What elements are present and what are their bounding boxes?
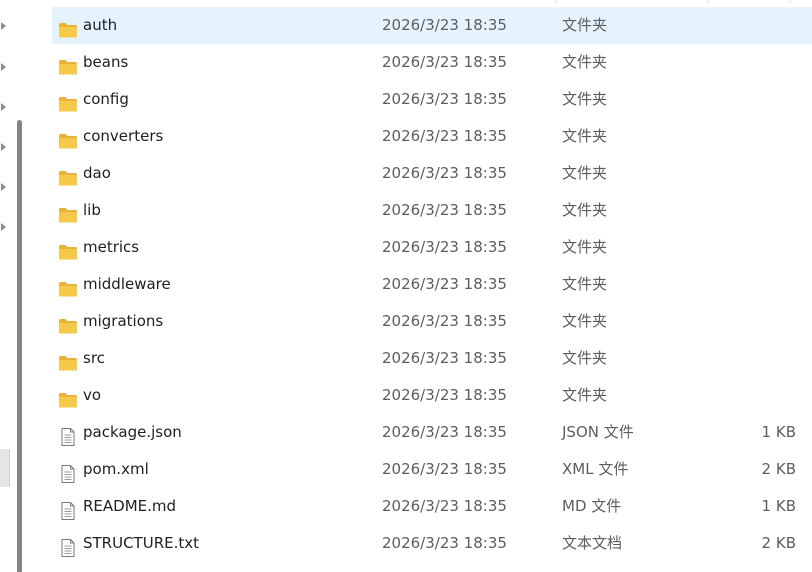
file-row[interactable]: config 2026/3/23 18:35 文件夹 xyxy=(52,81,812,118)
file-name: package.json xyxy=(83,423,182,441)
file-type: 文件夹 xyxy=(562,164,608,182)
file-name: vo xyxy=(83,386,102,404)
file-row[interactable]: package.json 2026/3/23 18:35 JSON 文件 1 K… xyxy=(52,414,812,451)
file-row[interactable]: beans 2026/3/23 18:35 文件夹 xyxy=(52,44,812,81)
folder-icon xyxy=(58,53,78,75)
file-type: 文件夹 xyxy=(562,386,608,404)
file-name: STRUCTURE.txt xyxy=(83,534,200,552)
file-list: auth 2026/3/23 18:35 文件夹 beans 2026/3/23… xyxy=(52,7,812,562)
expand-chevron-icon[interactable] xyxy=(1,22,6,30)
file-row[interactable]: README.md 2026/3/23 18:35 MD 文件 1 KB xyxy=(52,488,812,525)
file-row[interactable]: migrations 2026/3/23 18:35 文件夹 xyxy=(52,303,812,340)
file-type: 文件夹 xyxy=(562,16,608,34)
file-row[interactable]: pom.xml 2026/3/23 18:35 XML 文件 2 KB xyxy=(52,451,812,488)
pane-resize-handle[interactable] xyxy=(0,449,10,487)
folder-icon xyxy=(58,386,78,408)
file-modified-date: 2026/3/23 18:35 xyxy=(382,460,507,478)
file-row[interactable]: lib 2026/3/23 18:35 文件夹 xyxy=(52,192,812,229)
file-modified-date: 2026/3/23 18:35 xyxy=(382,53,507,71)
expand-chevron-icon[interactable] xyxy=(1,63,6,71)
file-name: migrations xyxy=(83,312,164,330)
file-type: 文件夹 xyxy=(562,349,608,367)
file-row[interactable]: converters 2026/3/23 18:35 文件夹 xyxy=(52,118,812,155)
file-row[interactable]: metrics 2026/3/23 18:35 文件夹 xyxy=(52,229,812,266)
file-name: config xyxy=(83,90,129,108)
file-modified-date: 2026/3/23 18:35 xyxy=(382,534,507,552)
folder-icon xyxy=(58,312,78,334)
folder-icon xyxy=(58,164,78,186)
column-divider[interactable] xyxy=(790,0,791,3)
file-size: 1 KB xyxy=(761,497,796,515)
file-name: lib xyxy=(83,201,101,219)
file-modified-date: 2026/3/23 18:35 xyxy=(382,201,507,219)
file-type: 文件夹 xyxy=(562,238,608,256)
file-name: converters xyxy=(83,127,164,145)
folder-icon xyxy=(58,90,78,112)
expand-chevron-icon[interactable] xyxy=(1,223,6,231)
folder-icon xyxy=(58,201,78,223)
folder-icon xyxy=(58,238,78,260)
file-row[interactable]: src 2026/3/23 18:35 文件夹 xyxy=(52,340,812,377)
file-name: README.md xyxy=(83,497,177,515)
folder-icon xyxy=(58,275,78,297)
file-modified-date: 2026/3/23 18:35 xyxy=(382,349,507,367)
file-icon xyxy=(58,460,78,483)
file-modified-date: 2026/3/23 18:35 xyxy=(382,90,507,108)
file-type: 文件夹 xyxy=(562,90,608,108)
file-icon xyxy=(58,423,78,446)
file-row[interactable]: auth 2026/3/23 18:35 文件夹 xyxy=(52,7,812,44)
file-name: middleware xyxy=(83,275,171,293)
file-modified-date: 2026/3/23 18:35 xyxy=(382,16,507,34)
file-size: 2 KB xyxy=(761,460,796,478)
file-modified-date: 2026/3/23 18:35 xyxy=(382,386,507,404)
file-name: dao xyxy=(83,164,111,182)
expand-chevron-icon[interactable] xyxy=(1,103,6,111)
folder-icon xyxy=(58,16,78,38)
file-row[interactable]: dao 2026/3/23 18:35 文件夹 xyxy=(52,155,812,192)
file-type: 文本文档 xyxy=(562,534,623,552)
file-row[interactable]: vo 2026/3/23 18:35 文件夹 xyxy=(52,377,812,414)
file-row[interactable]: STRUCTURE.txt 2026/3/23 18:35 文本文档 2 KB xyxy=(52,525,812,562)
navigation-pane xyxy=(0,0,30,572)
file-modified-date: 2026/3/23 18:35 xyxy=(382,275,507,293)
expand-chevron-icon[interactable] xyxy=(1,183,6,191)
file-type: XML 文件 xyxy=(562,460,629,478)
folder-icon xyxy=(58,127,78,149)
file-name: src xyxy=(83,349,105,367)
file-type: 文件夹 xyxy=(562,275,608,293)
navigation-scrollbar[interactable] xyxy=(17,120,22,572)
file-type: MD 文件 xyxy=(562,497,622,515)
file-modified-date: 2026/3/23 18:35 xyxy=(382,127,507,145)
file-modified-date: 2026/3/23 18:35 xyxy=(382,238,507,256)
file-size: 2 KB xyxy=(761,534,796,552)
folder-icon xyxy=(58,349,78,371)
file-modified-date: 2026/3/23 18:35 xyxy=(382,164,507,182)
file-type: JSON 文件 xyxy=(562,423,634,441)
file-name: beans xyxy=(83,53,129,71)
file-modified-date: 2026/3/23 18:35 xyxy=(382,497,507,515)
file-type: 文件夹 xyxy=(562,312,608,330)
column-divider[interactable] xyxy=(555,0,556,3)
file-type: 文件夹 xyxy=(562,201,608,219)
column-divider[interactable] xyxy=(708,0,709,3)
file-name: pom.xml xyxy=(83,460,149,478)
expand-chevron-icon[interactable] xyxy=(1,143,6,151)
file-explorer-window: auth 2026/3/23 18:35 文件夹 beans 2026/3/23… xyxy=(0,0,812,572)
file-modified-date: 2026/3/23 18:35 xyxy=(382,312,507,330)
file-size: 1 KB xyxy=(761,423,796,441)
file-type: 文件夹 xyxy=(562,53,608,71)
file-modified-date: 2026/3/23 18:35 xyxy=(382,423,507,441)
file-icon xyxy=(58,497,78,520)
file-name: auth xyxy=(83,16,118,34)
file-name: metrics xyxy=(83,238,140,256)
file-row[interactable]: middleware 2026/3/23 18:35 文件夹 xyxy=(52,266,812,303)
file-type: 文件夹 xyxy=(562,127,608,145)
file-icon xyxy=(58,534,78,557)
